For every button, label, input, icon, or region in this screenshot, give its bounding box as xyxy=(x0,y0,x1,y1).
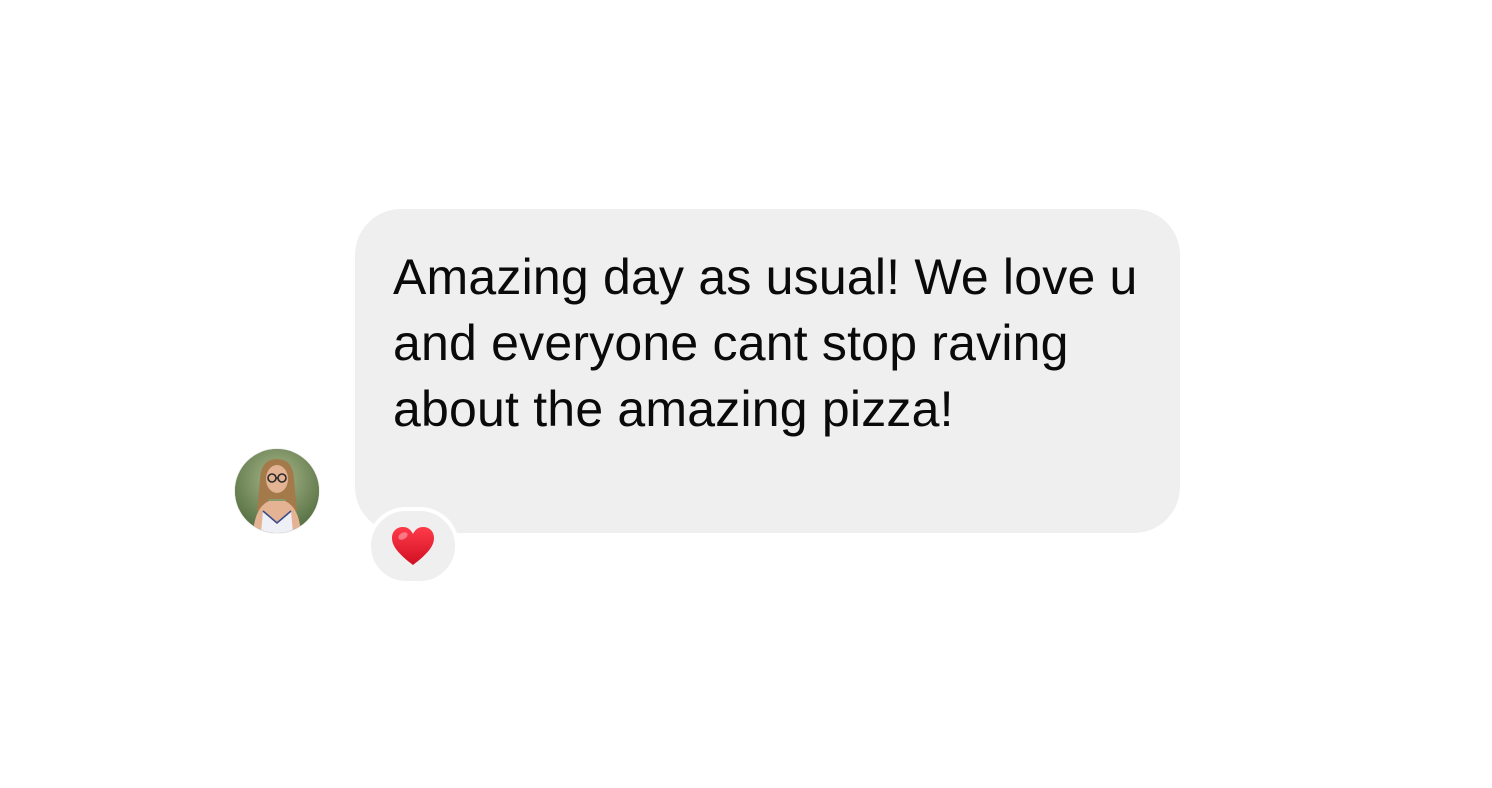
reaction-badge[interactable] xyxy=(367,507,459,585)
chat-view: Amazing day as usual! We love u and ever… xyxy=(0,0,1492,788)
red-heart-icon xyxy=(392,527,434,565)
avatar[interactable] xyxy=(235,449,319,533)
profile-photo-icon xyxy=(235,449,319,533)
message-text: Amazing day as usual! We love u and ever… xyxy=(393,249,1138,437)
message-bubble[interactable]: Amazing day as usual! We love u and ever… xyxy=(355,209,1180,533)
